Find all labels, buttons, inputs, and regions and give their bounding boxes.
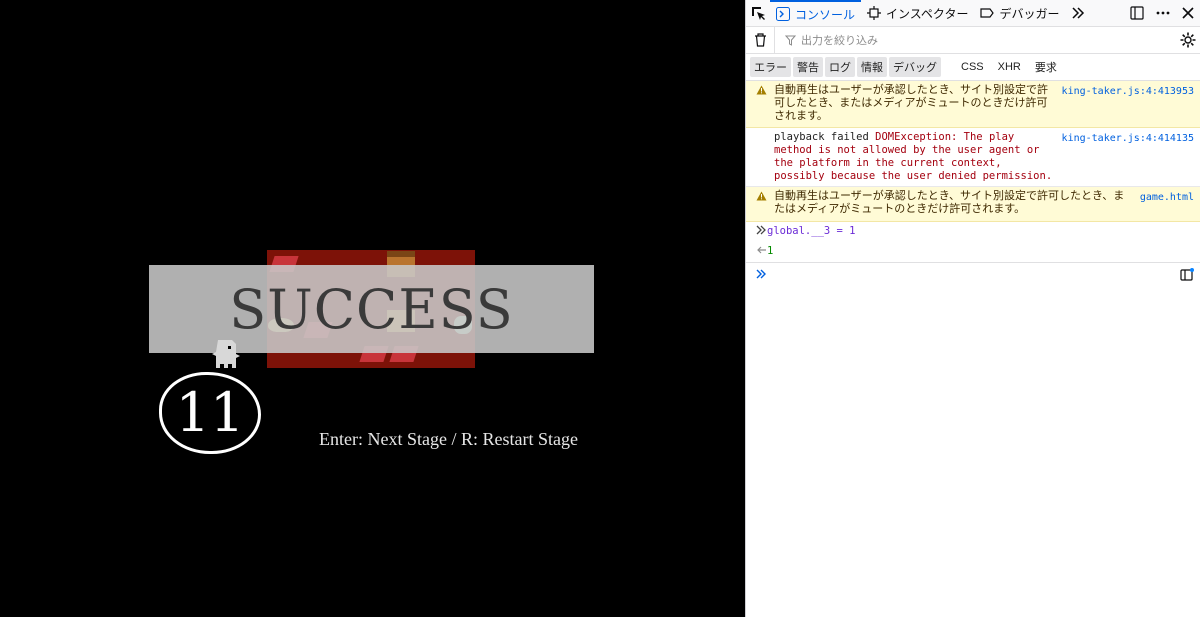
editor-mode-icon[interactable] bbox=[1180, 268, 1194, 281]
tab-console[interactable]: コンソール bbox=[770, 0, 862, 26]
console-toolbar: 出力を絞り込み bbox=[746, 27, 1200, 54]
chevron-double-right-icon bbox=[756, 225, 766, 235]
console-result: 1 bbox=[746, 242, 1200, 262]
more-options-icon[interactable] bbox=[1156, 6, 1170, 20]
console-message-log: playback failed DOMException: The play m… bbox=[746, 128, 1200, 187]
moves-counter: 11 bbox=[159, 372, 261, 454]
clear-console-button[interactable] bbox=[746, 33, 774, 47]
message-prefix: playback failed bbox=[774, 131, 869, 143]
result-value: 1 bbox=[767, 245, 774, 257]
message-source-link[interactable]: king-taker.js:4:414135 bbox=[1062, 131, 1194, 183]
devtools-panel: コンソール インスペクター デバッガー 出力を絞り込み エラー 警告 ログ 情報… bbox=[745, 0, 1200, 617]
filter-css-button[interactable]: CSS bbox=[955, 59, 990, 75]
element-picker-icon bbox=[751, 6, 765, 20]
inspector-icon bbox=[867, 6, 882, 20]
filter-placeholder: 出力を絞り込み bbox=[801, 35, 878, 47]
filter-log-button[interactable]: ログ bbox=[825, 57, 855, 77]
gear-icon[interactable] bbox=[1180, 32, 1196, 48]
success-text: SUCCESS bbox=[229, 277, 514, 341]
warning-icon bbox=[756, 191, 767, 201]
filter-xhr-button[interactable]: XHR bbox=[992, 59, 1027, 75]
devtools-tabbar: コンソール インスペクター デバッガー bbox=[746, 0, 1200, 27]
trash-icon bbox=[754, 33, 766, 47]
moves-counter-value: 11 bbox=[175, 381, 245, 444]
element-picker-button[interactable] bbox=[746, 0, 770, 26]
more-tabs-button[interactable] bbox=[1065, 0, 1091, 26]
message-source-link[interactable]: king-taker.js:4:413953 bbox=[1062, 84, 1194, 124]
chevron-double-right-icon bbox=[1072, 7, 1085, 19]
message-source-link[interactable]: game.html bbox=[1140, 190, 1194, 218]
tab-console-label: コンソール bbox=[795, 7, 856, 22]
console-icon bbox=[776, 7, 790, 21]
filter-info-button[interactable]: 情報 bbox=[857, 57, 887, 77]
console-message-warning: 自動再生はユーザーが承認したとき、サイト別設定で許可したとき、またはメディアがミ… bbox=[746, 187, 1200, 222]
console-message-warning: 自動再生はユーザーが承認したとき、サイト別設定で許可したとき、またはメディアがミ… bbox=[746, 81, 1200, 128]
dock-side-icon[interactable] bbox=[1130, 6, 1144, 20]
filter-debug-button[interactable]: デバッグ bbox=[889, 57, 941, 77]
ghost-icon bbox=[212, 340, 240, 368]
message-text: 自動再生はユーザーが承認したとき、サイト別設定で許可したとき、またはメディアがミ… bbox=[774, 84, 1049, 122]
console-input[interactable] bbox=[746, 262, 1200, 285]
tab-debugger[interactable]: デバッガー bbox=[974, 0, 1065, 26]
filter-icon bbox=[785, 35, 796, 46]
debugger-icon bbox=[980, 8, 995, 18]
next-stage-hint: Enter: Next Stage / R: Restart Stage bbox=[319, 429, 578, 449]
tab-inspector-label: インスペクター bbox=[886, 6, 969, 21]
filter-requests-button[interactable]: 要求 bbox=[1029, 57, 1063, 77]
evaluated-expression: global.__3 = 1 bbox=[767, 225, 856, 237]
game-canvas[interactable]: SUCCESS 11 Enter: Next Stage / R: Restar… bbox=[0, 0, 745, 617]
arrow-left-icon bbox=[757, 246, 766, 254]
message-text: 自動再生はユーザーが承認したとき、サイト別設定で許可したとき、またはメディアがミ… bbox=[774, 190, 1125, 215]
filter-error-button[interactable]: エラー bbox=[750, 57, 791, 77]
log-level-filters: エラー 警告 ログ 情報 デバッグ CSS XHR 要求 bbox=[746, 54, 1200, 81]
warning-icon bbox=[756, 85, 767, 95]
filter-output-input[interactable]: 出力を絞り込み bbox=[774, 27, 878, 53]
prompt-chevron-icon bbox=[756, 269, 766, 279]
console-input-echo: global.__3 = 1 bbox=[746, 222, 1200, 242]
filter-warning-button[interactable]: 警告 bbox=[793, 57, 823, 77]
close-icon[interactable] bbox=[1182, 7, 1194, 19]
tab-debugger-label: デバッガー bbox=[999, 6, 1060, 21]
tab-inspector[interactable]: インスペクター bbox=[861, 0, 974, 26]
